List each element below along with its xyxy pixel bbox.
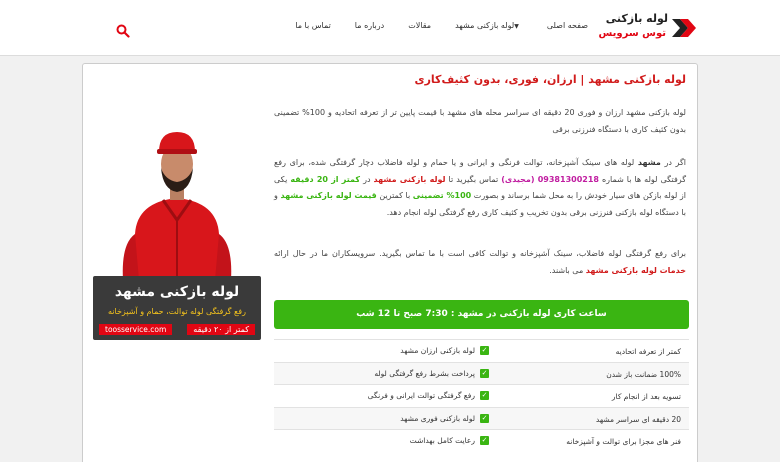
table-row: 100% ضمانت باز شدن ✓ پرداخت بشرط رفع گرفت… [274, 361, 689, 384]
city-text: مشهد [637, 158, 661, 167]
intro-paragraph: لوله بازکنی مشهد ارزان و فوری 20 دقیقه ا… [274, 108, 686, 134]
feature-left: ✓ رعایت کامل بهداشت [409, 436, 489, 445]
working-hours-banner: ساعت کاری لوله بازکنی در مشهد : 7:30 صبح… [274, 300, 689, 329]
table-row: کمتر از تعرفه اتحادیه ✓ لوله بازکنی ارزان… [274, 339, 689, 362]
feature-right: کمتر از تعرفه اتحادیه [615, 347, 681, 356]
article-card: لوله بازکنی مشهد | ارزان، فوری، بدون کثی… [82, 63, 698, 462]
time-highlight: کمتر از 20 دقیقه [290, 174, 361, 184]
page-title: لوله بازکنی مشهد | ارزان، فوری، بدون کثی… [414, 73, 686, 86]
guarantee-highlight: 100% تضمینی [412, 191, 472, 200]
logo[interactable]: لوله بازکنی توس سرویس [599, 9, 698, 47]
feature-right: 20 دقیقه ای سراسر مشهد [595, 414, 681, 424]
search-icon[interactable] [116, 24, 130, 38]
price-link[interactable]: قیمت لوله بازکنی مشهد [280, 191, 376, 200]
check-icon: ✓ [480, 436, 489, 445]
promo-image: لوله بازکنی مشهد رفع گرفتگی لوله توالت، … [93, 104, 261, 340]
check-icon: ✓ [480, 368, 489, 378]
nav-item-about[interactable]: درباره ما [355, 21, 384, 30]
feature-left: ✓ لوله بازکنی فوری مشهد [400, 413, 489, 423]
services-link[interactable]: خدمات لوله بازکنی مشهد [586, 266, 686, 275]
nav-item-services[interactable]: لوله بازکنی مشهد▼ [455, 21, 523, 30]
nav-item-services-label: لوله بازکنی مشهد [455, 21, 515, 30]
feature-right: تسویه بعد از انجام کار [611, 392, 681, 401]
feature-right: فنر های مجزا برای توالت و آشپزخانه [566, 437, 681, 446]
phone-link[interactable]: 09381300218 (مجیدی) [501, 175, 599, 184]
contact-paragraph: برای رفع گرفتگی لوله فاضلاب، سینک آشپزخا… [274, 249, 686, 275]
table-row: فنر های مجزا برای توالت و آشپزخانه ✓ رعای… [274, 429, 689, 452]
main-nav: صفحه اصلی لوله بازکنی مشهد▼ مقالات دربار… [295, 21, 588, 30]
nav-item-articles[interactable]: مقالات [408, 21, 431, 30]
logo-text-main: لوله بازکنی [605, 12, 668, 25]
check-icon: ✓ [480, 346, 489, 355]
service-link[interactable]: لوله بازکنی مشهد [374, 175, 446, 184]
promo-website: toosservice.com [99, 324, 173, 335]
header: لوله بازکنی توس سرویس صفحه اصلی لوله باز… [0, 0, 780, 56]
nav-item-contact[interactable]: تماس با ما [295, 21, 331, 30]
promo-title: لوله بازکنی مشهد [114, 284, 240, 300]
feature-right: 100% ضمانت باز شدن [606, 369, 681, 379]
promo-time-badge: کمتر از ۲۰ دقیقه [187, 324, 255, 335]
plumber-illustration [122, 132, 232, 280]
feature-left: ✓ پرداخت بشرط رفع گرفتگی لوله [374, 368, 489, 378]
logo-text-sub: توس سرویس [598, 28, 666, 39]
features-table: کمتر از تعرفه اتحادیه ✓ لوله بازکنی ارزان… [274, 339, 689, 452]
check-icon: ✓ [480, 391, 489, 400]
body-paragraph: اگر در مشهد لوله های سینک آشپزخانه، توال… [274, 158, 687, 217]
table-row: 20 دقیقه ای سراسر مشهد ✓ لوله بازکنی فوری… [274, 406, 689, 429]
check-icon: ✓ [480, 413, 489, 423]
table-row: تسویه بعد از انجام کار ✓ رفع گرفتگی توالت… [274, 384, 689, 407]
feature-left: ✓ رفع گرفتگی توالت ایرانی و فرنگی [367, 391, 489, 400]
promo-subtitle: رفع گرفتگی لوله توالت، حمام و آشپزخانه [108, 307, 246, 316]
nav-item-home[interactable]: صفحه اصلی [547, 21, 588, 30]
logo-arrows-icon [672, 19, 696, 37]
chevron-down-icon: ▼ [514, 23, 519, 30]
feature-left: ✓ لوله بازکنی ارزان مشهد [400, 346, 489, 355]
